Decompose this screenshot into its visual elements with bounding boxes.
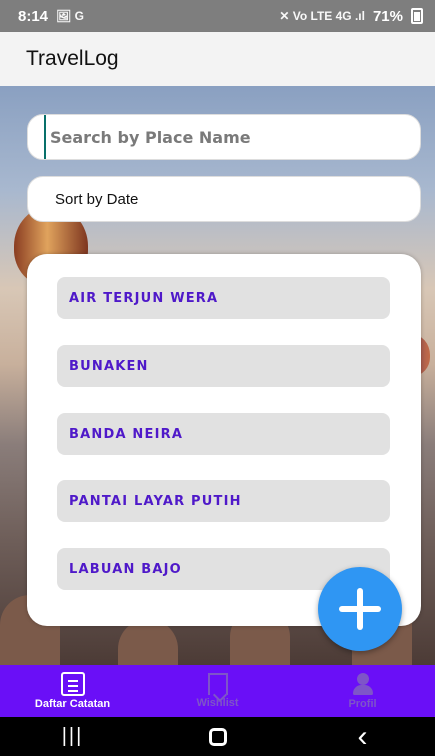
nav-item-label: Profil <box>348 698 377 710</box>
nav-item-wishlist[interactable]: Wishlist <box>145 665 290 717</box>
home-icon <box>208 727 227 746</box>
page-title: TravelLog <box>26 47 119 70</box>
list-item[interactable]: AIR TERJUN WERA <box>57 277 390 319</box>
sort-label: Sort by Date <box>55 190 139 208</box>
home-button[interactable] <box>183 717 253 756</box>
list-item-label: PANTAI LAYAR PUTIH <box>69 493 242 509</box>
bookmark-icon <box>207 673 228 695</box>
back-button[interactable]: ‹ <box>328 717 398 756</box>
notes-icon <box>60 672 85 696</box>
main-content: Sort by Date AIR TERJUN WERA BUNAKEN BAN… <box>0 86 435 665</box>
nav-item-profil[interactable]: Profil <box>290 665 435 717</box>
list-item[interactable]: BUNAKEN <box>57 345 390 387</box>
system-navigation-bar: ||| ‹ <box>0 717 435 756</box>
battery-icon <box>411 8 423 24</box>
status-bar: 8:14 🖼 G ✕ Vo LTE 4G .ıl 71% <box>0 0 435 32</box>
notification-icons: 🖼 G <box>56 9 84 23</box>
search-input[interactable] <box>44 115 420 159</box>
back-icon: ‹ <box>357 719 368 753</box>
sort-button[interactable]: Sort by Date <box>27 176 421 222</box>
recent-apps-icon: ||| <box>61 725 84 747</box>
network-status: ✕ Vo LTE 4G .ıl <box>279 9 365 23</box>
nav-item-label: Daftar Catatan <box>34 698 111 710</box>
add-entry-button[interactable] <box>318 567 402 651</box>
status-left: 8:14 🖼 G <box>18 8 84 25</box>
list-item[interactable]: BANDA NEIRA <box>57 413 390 455</box>
search-box[interactable] <box>27 114 421 160</box>
list-item-label: LABUAN BAJO <box>69 561 182 577</box>
list-item[interactable]: PANTAI LAYAR PUTIH <box>57 480 390 522</box>
battery-percentage: 71% <box>372 7 403 25</box>
app-bar: TravelLog <box>0 32 435 86</box>
nav-item-daftar-catatan[interactable]: Daftar Catatan <box>0 665 145 717</box>
status-right: ✕ Vo LTE 4G .ıl 71% <box>279 8 423 25</box>
list-item-label: AIR TERJUN WERA <box>69 290 219 306</box>
profile-icon <box>351 672 375 696</box>
list-item-label: BANDA NEIRA <box>69 426 184 442</box>
bottom-navigation: Daftar Catatan Wishlist Profil <box>0 665 435 717</box>
status-time: 8:14 <box>18 7 49 25</box>
recent-apps-button[interactable]: ||| <box>38 717 108 756</box>
plus-icon <box>339 588 381 630</box>
list-item-label: BUNAKEN <box>69 358 149 374</box>
